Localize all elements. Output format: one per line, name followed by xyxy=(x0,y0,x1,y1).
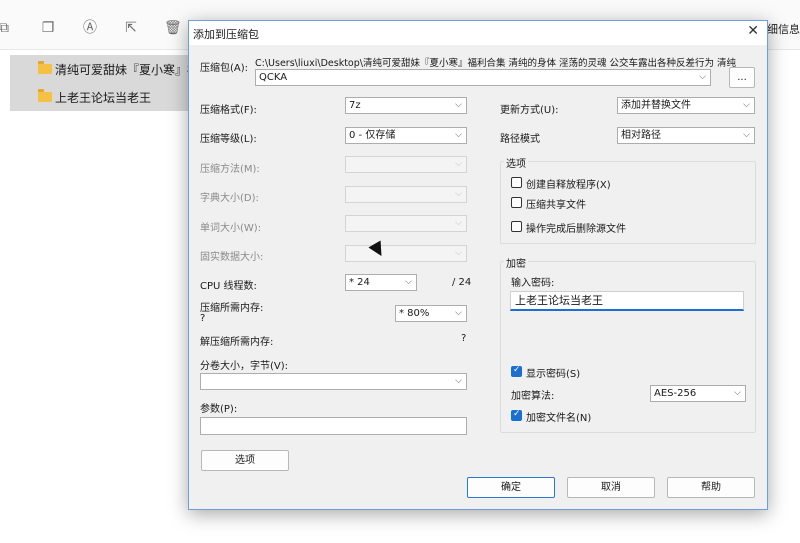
options-group-title: 选项 xyxy=(504,155,528,170)
file-item[interactable]: 上老王论坛当老王 xyxy=(10,83,200,111)
cpu-threads-label: CPU 线程数: xyxy=(200,281,257,292)
dialog-title: 添加到压缩包 xyxy=(193,28,259,41)
show-password-label: 显示密码(S) xyxy=(526,369,581,380)
decompress-memory-question: ? xyxy=(461,333,467,344)
decompress-memory-label: 解压缩所需内存: xyxy=(200,337,274,348)
password-label: 输入密码: xyxy=(511,278,555,289)
sfx-checkbox[interactable] xyxy=(511,177,522,188)
memory-question: ? xyxy=(200,313,206,324)
cpu-threads-total: / 24 xyxy=(452,277,472,288)
chevron-down-icon: ⌵ xyxy=(699,72,706,82)
shared-checkbox[interactable] xyxy=(511,197,522,208)
archive-path: C:\Users\liuxi\Desktop\清纯可爱甜妹『夏小寒』福利合集 清… xyxy=(255,58,737,69)
path-mode-label: 路径模式 xyxy=(500,134,540,145)
rename-icon[interactable]: Ⓐ xyxy=(82,20,98,36)
file-item[interactable]: 清纯可爱甜妹『夏小寒』福利合集 xyxy=(10,55,200,83)
delete-after-checkbox[interactable] xyxy=(511,221,522,232)
algorithm-value: AES-256 xyxy=(654,388,697,399)
chevron-down-icon: ⌵ xyxy=(405,277,412,287)
chevron-down-icon: ⌵ xyxy=(743,100,750,110)
update-mode-select[interactable]: 添加并替换文件 ⌵ xyxy=(617,97,755,114)
solid-size-select: ⌵ xyxy=(345,245,467,262)
level-select[interactable]: 0 - 仅存储 ⌵ xyxy=(345,127,467,144)
algorithm-select[interactable]: AES-256 ⌵ xyxy=(650,385,746,402)
archive-label: 压缩包(A): xyxy=(200,63,249,74)
chevron-down-icon: ⌵ xyxy=(743,130,750,140)
file-name: 清纯可爱甜妹『夏小寒』福利合集 xyxy=(55,63,200,77)
help-button[interactable]: 帮助 xyxy=(667,477,755,498)
add-to-archive-dialog: 添加到压缩包 ✕ 压缩包(A): C:\Users\liuxi\Desktop\… xyxy=(188,20,768,510)
chevron-down-icon: ⌵ xyxy=(455,100,462,110)
cpu-threads-select[interactable]: * 24 ⌵ xyxy=(345,274,417,291)
volume-select[interactable]: ⌵ xyxy=(200,373,467,390)
volume-label: 分卷大小，字节(V): xyxy=(200,361,289,372)
memory-label: 压缩所需内存: xyxy=(200,303,264,314)
chevron-down-icon: ⌵ xyxy=(455,308,462,318)
encryption-group-title: 加密 xyxy=(504,255,528,270)
chevron-down-icon: ⌵ xyxy=(455,130,462,140)
chevron-down-icon: ⌵ xyxy=(455,218,462,228)
share-icon[interactable]: ⇱ xyxy=(123,20,139,36)
close-icon[interactable]: ✕ xyxy=(747,23,759,39)
level-label: 压缩等级(L): xyxy=(200,134,257,145)
cancel-button[interactable]: 取消 xyxy=(567,477,655,498)
archive-name-combo[interactable]: QCKA ⌵ xyxy=(255,69,711,86)
memory-select[interactable]: * 80% ⌵ xyxy=(395,305,467,322)
cpu-threads-value: * 24 xyxy=(349,277,370,288)
password-input[interactable]: 上老王论坛当老王 xyxy=(510,291,744,311)
file-name: 上老王论坛当老王 xyxy=(55,91,152,105)
format-select[interactable]: 7z ⌵ xyxy=(345,97,467,114)
format-label: 压缩格式(F): xyxy=(200,105,257,116)
archive-name-value: QCKA xyxy=(259,72,288,83)
algorithm-label: 加密算法: xyxy=(511,391,555,402)
update-mode-value: 添加并替换文件 xyxy=(621,100,691,111)
new-icon[interactable]: ⧉ xyxy=(0,20,12,36)
show-password-checkbox[interactable] xyxy=(511,365,522,377)
chevron-down-icon: ⌵ xyxy=(455,248,462,258)
shared-label: 压缩共享文件 xyxy=(526,200,586,211)
chevron-down-icon: ⌵ xyxy=(455,189,462,199)
path-mode-value: 相对路径 xyxy=(621,130,661,141)
word-size-select: ⌵ xyxy=(345,215,467,232)
chevron-down-icon: ⌵ xyxy=(455,159,462,169)
browse-button[interactable]: ... xyxy=(729,67,755,88)
options-button[interactable]: 选项 xyxy=(201,450,289,471)
chevron-down-icon: ⌵ xyxy=(455,376,462,386)
method-select: ⌵ xyxy=(345,156,467,173)
ok-button[interactable]: 确定 xyxy=(467,477,555,498)
params-input[interactable] xyxy=(200,417,467,435)
update-mode-label: 更新方式(U): xyxy=(500,105,559,116)
format-value: 7z xyxy=(349,100,361,111)
sfx-label: 创建自释放程序(X) xyxy=(526,180,611,191)
path-mode-select[interactable]: 相对路径 ⌵ xyxy=(617,127,755,144)
chevron-down-icon: ⌵ xyxy=(734,388,741,398)
word-size-label: 单词大小(W): xyxy=(200,223,262,234)
params-label: 参数(P): xyxy=(200,404,238,415)
dialog-titlebar[interactable]: 添加到压缩包 ✕ xyxy=(189,21,767,45)
copy-icon[interactable]: ❐ xyxy=(40,20,56,36)
solid-size-label: 固实数据大小: xyxy=(200,252,264,263)
delete-after-label: 操作完成后删除源文件 xyxy=(526,224,626,235)
folder-icon xyxy=(38,89,52,102)
encrypt-names-label: 加密文件名(N) xyxy=(526,413,592,424)
memory-value: * 80% xyxy=(399,308,430,319)
encrypt-names-checkbox[interactable] xyxy=(511,409,522,421)
folder-icon xyxy=(38,61,52,74)
dictionary-select: ⌵ xyxy=(345,186,467,203)
delete-icon[interactable]: 🗑 xyxy=(164,20,182,36)
dictionary-label: 字典大小(D): xyxy=(200,193,259,204)
level-value: 0 - 仅存储 xyxy=(349,130,396,141)
method-label: 压缩方法(M): xyxy=(200,164,260,175)
